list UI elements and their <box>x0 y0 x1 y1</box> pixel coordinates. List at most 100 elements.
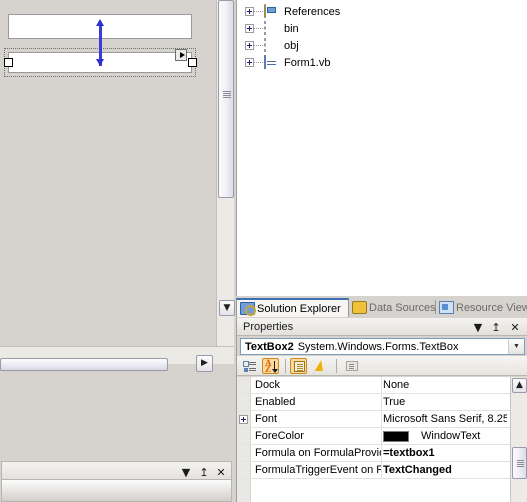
expander-plus-icon[interactable] <box>245 24 254 33</box>
column-divider <box>381 445 382 461</box>
form-designer-pane[interactable]: ▼ ▶ <box>0 0 235 462</box>
tree-connector-line <box>254 11 264 12</box>
expander-plus-icon[interactable] <box>245 41 254 50</box>
tree-item-form1-vb[interactable]: Form1.vb <box>237 54 527 71</box>
tree-item-label: References <box>284 5 341 18</box>
tree-item-references[interactable]: References <box>237 3 527 20</box>
column-divider <box>381 411 382 427</box>
expander-plus-icon[interactable] <box>245 7 254 16</box>
property-name: Font <box>255 413 278 425</box>
designer-vertical-scrollbar[interactable]: ▼ <box>216 0 235 346</box>
property-grid-scrollbar[interactable]: ▲ <box>510 377 527 502</box>
categorized-icon <box>243 360 256 372</box>
categorized-button[interactable] <box>241 358 258 374</box>
property-pages-button[interactable] <box>343 358 360 374</box>
property-row-formula[interactable]: Formula on FormulaProvid =textbox1 <box>237 445 527 462</box>
property-name: Enabled <box>255 396 296 408</box>
tree-item-obj[interactable]: obj <box>237 37 527 54</box>
tree-connector-line <box>254 28 264 29</box>
property-name: FormulaTriggerEvent on F <box>255 464 381 476</box>
tool-window-tabstrip: Solution Explorer Data Sources Resource … <box>236 297 527 317</box>
folder-icon <box>264 20 280 36</box>
events-button[interactable] <box>312 358 329 374</box>
column-divider <box>381 428 382 444</box>
designer-vscroll-thumb[interactable] <box>218 0 234 198</box>
tab-label: Resource View <box>456 301 527 314</box>
properties-window: Properties ▼ ↥ ✕ TextBox2 System.Windows… <box>236 318 527 502</box>
solution-explorer-pane[interactable]: References bin obj Form1.vb <box>236 0 527 296</box>
properties-auto-hide-pin-button[interactable]: ↥ <box>489 320 503 334</box>
bottom-left-tool-window: ▼ ↥ ✕ <box>0 460 233 502</box>
property-value[interactable]: True <box>383 396 507 408</box>
property-grid-scroll-up-button[interactable]: ▲ <box>512 378 527 393</box>
toolbar-separator <box>285 359 286 373</box>
tab-label: Solution Explorer <box>257 302 341 315</box>
tree-item-label: bin <box>284 22 299 35</box>
chevron-down-icon: ▼ <box>223 302 231 313</box>
property-row-font[interactable]: Font Microsoft Sans Serif, 8.25p <box>237 411 527 428</box>
column-divider <box>381 394 382 410</box>
tree-connector-line <box>254 45 264 46</box>
designer-horizontal-scrollbar[interactable]: ▶ <box>0 346 234 372</box>
expander-plus-icon[interactable] <box>239 415 248 424</box>
alphabetical-button[interactable]: AZ <box>262 358 279 374</box>
bottom-auto-hide-pin-button[interactable]: ↥ <box>197 465 211 479</box>
toolbar-separator <box>336 359 337 373</box>
designer-scroll-down-button[interactable]: ▼ <box>219 300 235 316</box>
selected-object-name: TextBox2 <box>245 340 294 353</box>
properties-icon <box>294 361 305 372</box>
bottom-panel-titlebar: ▼ ↥ ✕ <box>1 461 232 480</box>
resize-handle-left[interactable] <box>4 58 13 67</box>
resource-view-icon <box>439 301 454 314</box>
tab-separator <box>435 300 436 314</box>
property-row-forecolor[interactable]: ForeColor WindowText <box>237 428 527 445</box>
data-sources-icon <box>352 301 367 314</box>
bottom-dropdown-menu-button[interactable]: ▼ <box>179 465 193 479</box>
tab-resource-view[interactable]: Resource View <box>439 298 527 317</box>
sort-arrow-icon <box>271 361 278 373</box>
column-divider <box>381 377 382 393</box>
properties-close-button[interactable]: ✕ <box>508 320 522 334</box>
tree-item-label: obj <box>284 39 299 52</box>
tab-data-sources[interactable]: Data Sources <box>352 298 438 317</box>
designer-scroll-right-button[interactable]: ▶ <box>196 355 213 372</box>
property-row-dock[interactable]: Dock None <box>237 377 527 394</box>
property-row-enabled[interactable]: Enabled True <box>237 394 527 411</box>
expander-plus-icon[interactable] <box>245 58 254 67</box>
property-grid[interactable]: Dock None Enabled True Font Microsoft Sa… <box>237 377 527 502</box>
smart-tag-glyph[interactable] <box>175 49 187 61</box>
vs-ide-window: ▼ ▶ ▼ ↥ ✕ References bin obj Form1.vb So… <box>0 0 527 502</box>
property-name: Dock <box>255 379 281 391</box>
property-name: ForeColor <box>255 430 304 442</box>
selected-object-type: System.Windows.Forms.TextBox <box>297 340 459 353</box>
tab-label: Data Sources <box>369 301 436 314</box>
property-name: Formula on FormulaProvid <box>255 447 381 459</box>
property-value[interactable]: WindowText <box>421 430 480 442</box>
tree-item-bin[interactable]: bin <box>237 20 527 37</box>
property-row-formulatriggerevent[interactable]: FormulaTriggerEvent on F TextChanged <box>237 462 527 479</box>
tab-solution-explorer[interactable]: Solution Explorer <box>236 298 349 317</box>
bottom-close-button[interactable]: ✕ <box>214 465 228 479</box>
chevron-down-icon[interactable]: ▼ <box>508 339 524 354</box>
form-design-surface[interactable] <box>0 0 216 346</box>
properties-object-selector[interactable]: TextBox2 System.Windows.Forms.TextBox ▼ <box>240 338 525 355</box>
property-value[interactable]: =textbox1 <box>383 447 507 459</box>
tree-item-label: Form1.vb <box>284 56 331 69</box>
chevron-right-icon: ▶ <box>201 358 208 368</box>
snapline-arrow-bottom <box>96 59 105 66</box>
designer-hscroll-thumb[interactable] <box>0 358 168 371</box>
resize-handle-right[interactable] <box>188 58 197 67</box>
property-value[interactable]: None <box>383 379 507 391</box>
properties-button[interactable] <box>290 358 307 374</box>
property-pages-icon <box>346 361 358 371</box>
folder-icon <box>264 37 280 53</box>
snapline-arrow-top <box>96 19 105 26</box>
property-value[interactable]: TextChanged <box>383 464 507 476</box>
properties-dropdown-menu-button[interactable]: ▼ <box>471 320 485 334</box>
property-grid-scroll-thumb[interactable] <box>512 447 527 479</box>
bottom-panel-body <box>1 480 232 502</box>
properties-toolbar: AZ <box>237 356 527 376</box>
property-value[interactable]: Microsoft Sans Serif, 8.25p <box>383 413 507 425</box>
column-divider <box>381 462 382 478</box>
chevron-up-icon: ▲ <box>516 380 523 390</box>
